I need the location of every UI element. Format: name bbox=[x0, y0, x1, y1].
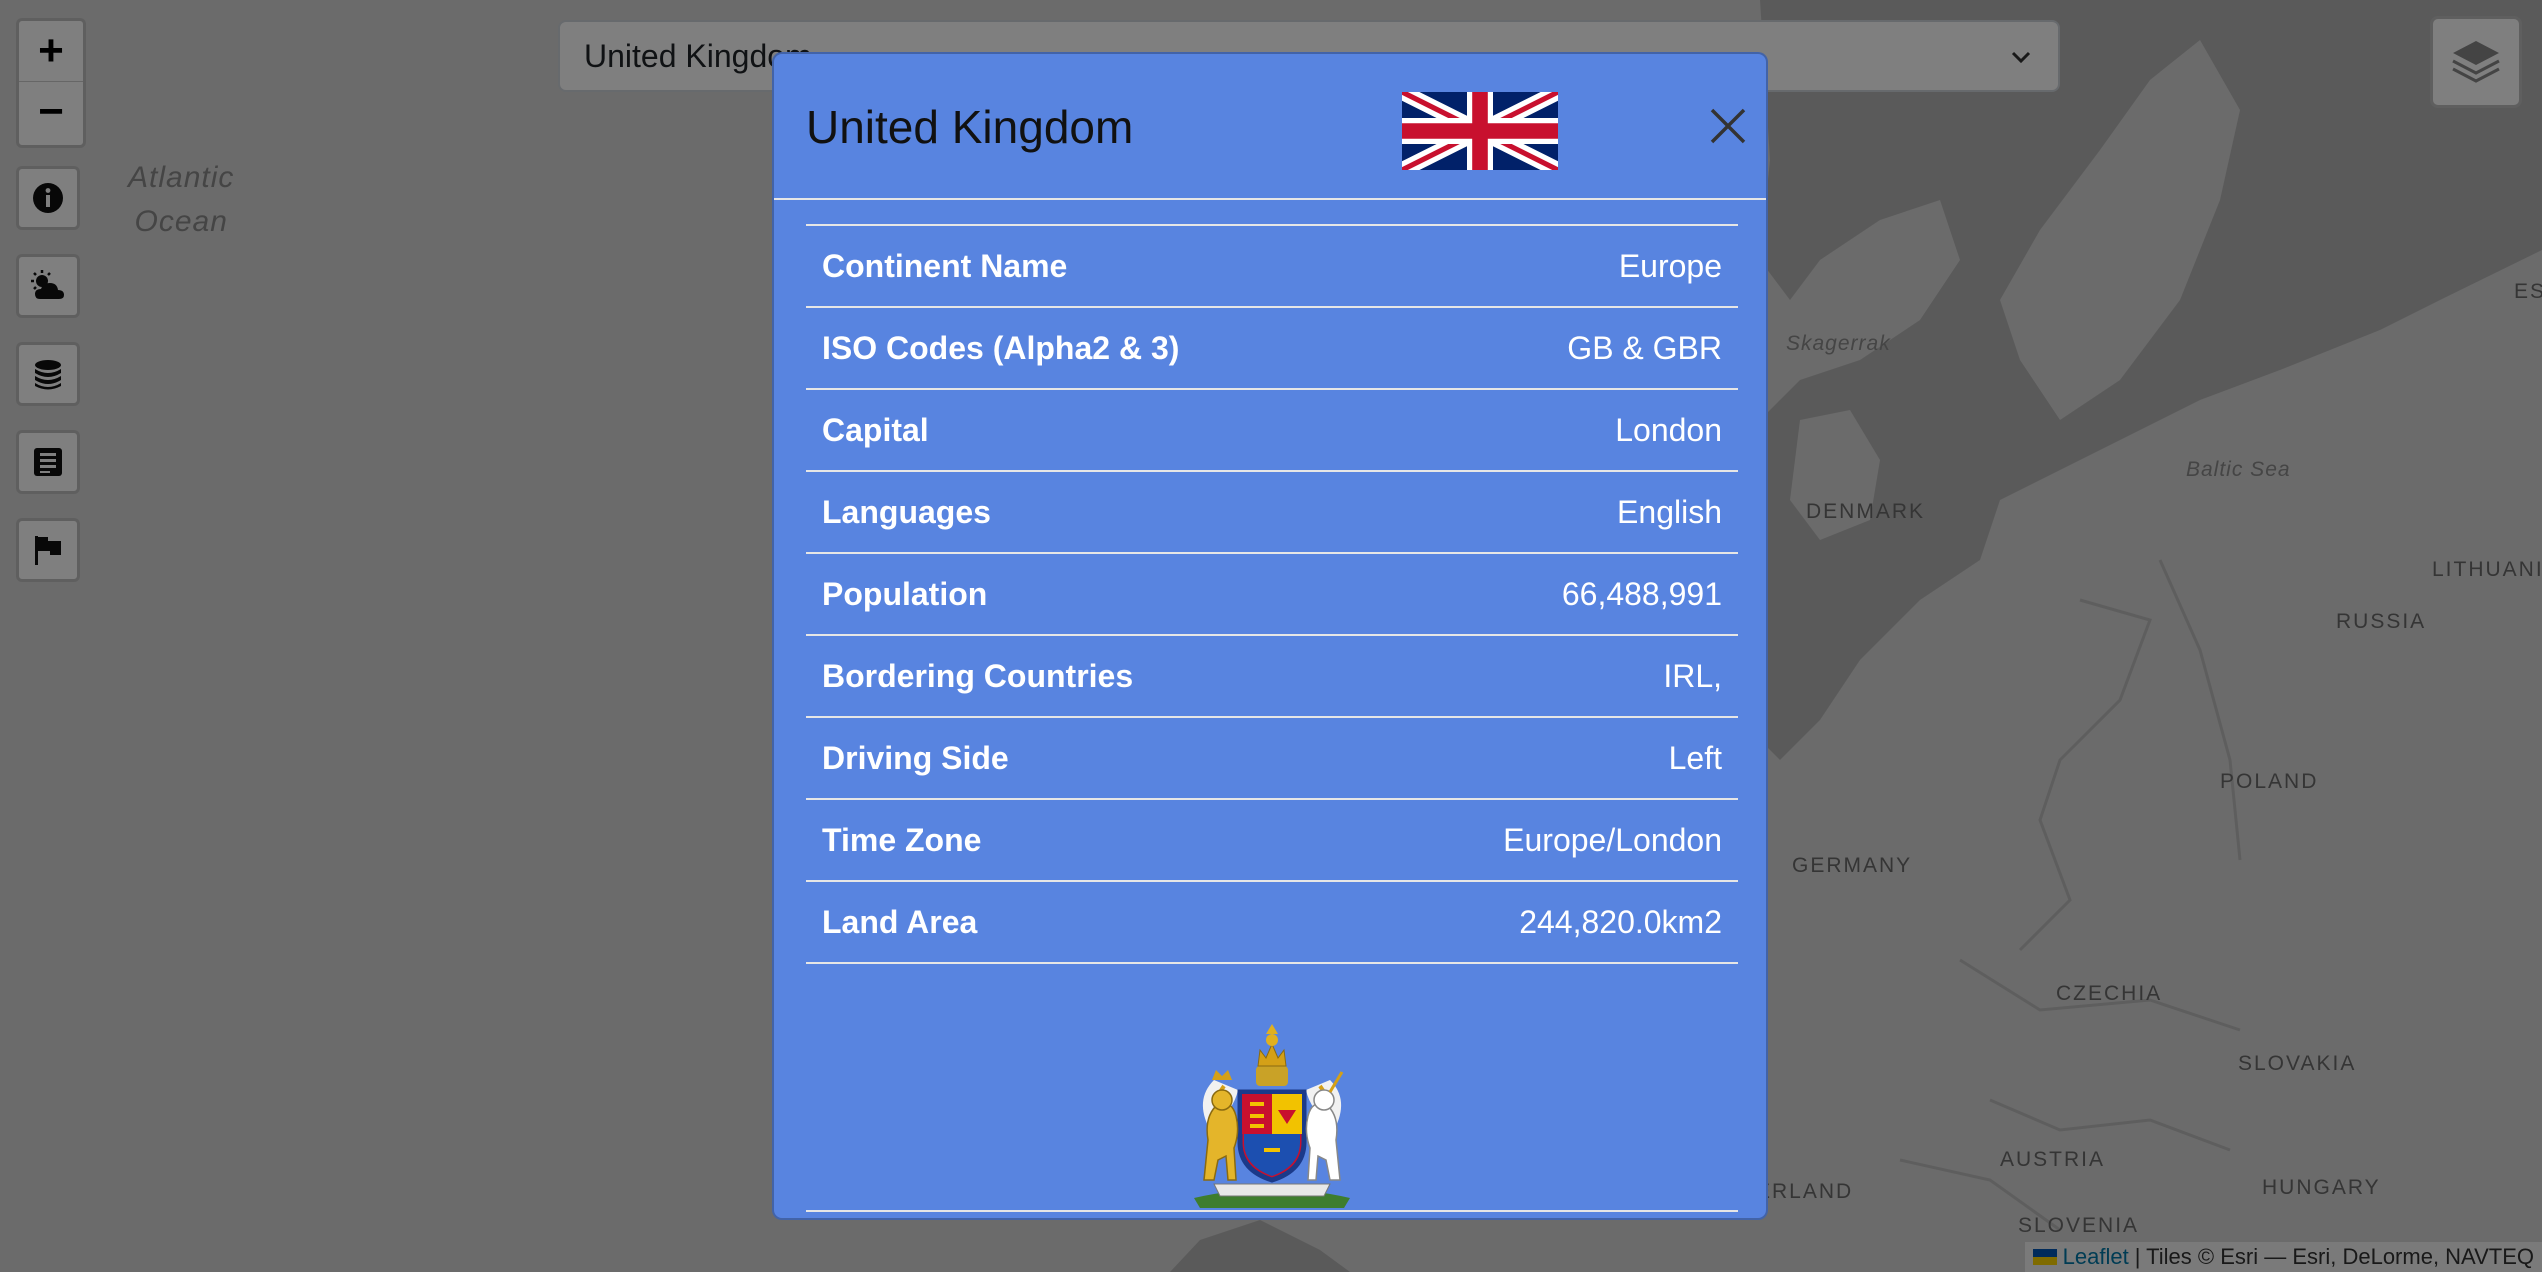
row-label: ISO Codes (Alpha2 & 3) bbox=[822, 329, 1180, 366]
table-row: Capital London bbox=[806, 390, 1738, 472]
row-label: Capital bbox=[822, 411, 929, 448]
close-icon bbox=[1710, 108, 1746, 144]
coat-of-arms-row bbox=[806, 1012, 1738, 1212]
row-value: IRL, bbox=[1663, 657, 1722, 694]
row-value: Europe/London bbox=[1503, 821, 1722, 858]
row-label: Land Area bbox=[822, 903, 978, 940]
table-row: Bordering Countries IRL, bbox=[806, 636, 1738, 718]
country-flag bbox=[1402, 92, 1558, 170]
table-row: Languages English bbox=[806, 472, 1738, 554]
row-value: English bbox=[1617, 493, 1722, 530]
table-row: ISO Codes (Alpha2 & 3) GB & GBR bbox=[806, 308, 1738, 390]
table-row: Time Zone Europe/London bbox=[806, 800, 1738, 882]
row-label: Bordering Countries bbox=[822, 657, 1134, 694]
modal-header: United Kingdom bbox=[774, 54, 1766, 200]
close-button[interactable] bbox=[1702, 100, 1754, 152]
table-row: Driving Side Left bbox=[806, 718, 1738, 800]
table-row: Land Area 244,820.0km2 bbox=[806, 882, 1738, 964]
row-label: Languages bbox=[822, 493, 991, 530]
modal-title: United Kingdom bbox=[806, 101, 1134, 153]
coat-of-arms bbox=[1194, 1024, 1350, 1208]
row-label: Continent Name bbox=[822, 247, 1068, 284]
country-info-table: Continent Name Europe ISO Codes (Alpha2 … bbox=[806, 224, 1738, 964]
country-info-modal: United Kingdom Continent Name Europe ISO… bbox=[772, 52, 1768, 1220]
table-row: Continent Name Europe bbox=[806, 226, 1738, 308]
row-label: Time Zone bbox=[822, 821, 982, 858]
row-value: London bbox=[1615, 411, 1722, 448]
row-value: Left bbox=[1668, 739, 1722, 776]
row-value: 244,820.0km2 bbox=[1519, 903, 1722, 940]
row-value: 66,488,991 bbox=[1561, 575, 1722, 612]
row-label: Population bbox=[822, 575, 988, 612]
row-value: GB & GBR bbox=[1567, 329, 1722, 366]
table-row: Population 66,488,991 bbox=[806, 554, 1738, 636]
row-label: Driving Side bbox=[822, 739, 1009, 776]
row-value: Europe bbox=[1618, 247, 1722, 284]
